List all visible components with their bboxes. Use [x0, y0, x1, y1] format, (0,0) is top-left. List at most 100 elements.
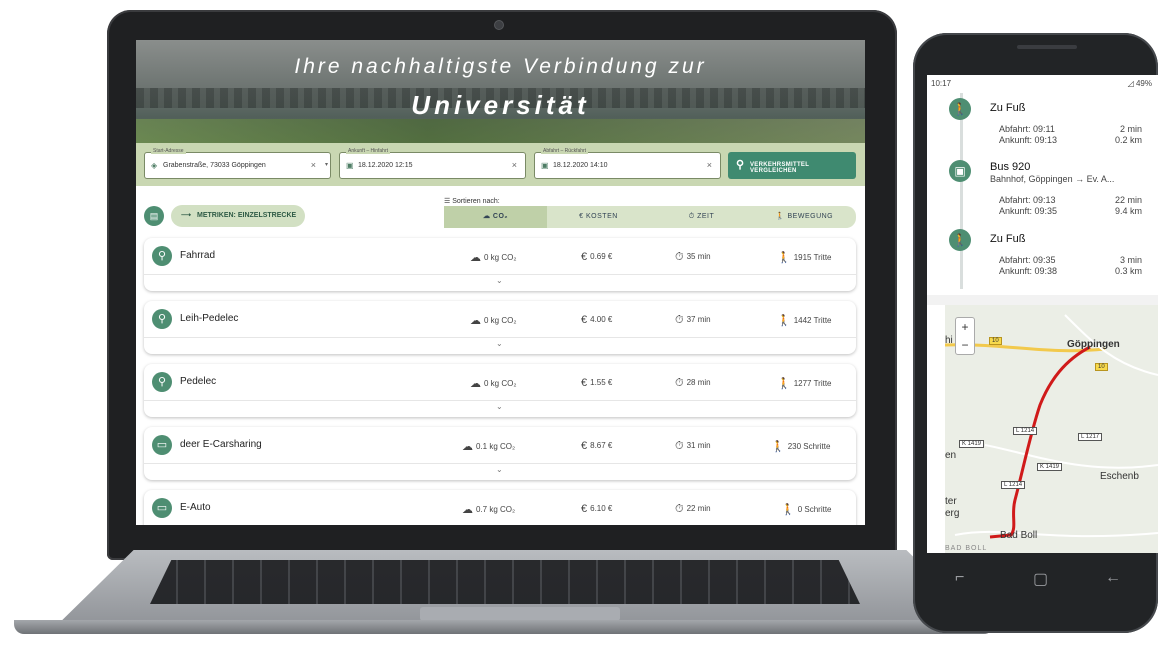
- cloud-icon: ☁: [470, 252, 481, 264]
- zoom-in-button[interactable]: +: [956, 318, 974, 336]
- print-button[interactable]: ▤: [144, 206, 164, 226]
- map-zoom-control[interactable]: + −: [955, 317, 975, 355]
- result-card[interactable]: ▭ E-Auto ☁ 0.7 kg CO₂ €6.10 € ⏱ 22 min 🚶 0 …: [144, 490, 856, 525]
- road-label: L 1214: [1013, 427, 1038, 435]
- car-icon: ▭: [152, 435, 172, 455]
- start-address-value: Grabenstraße, 73033 Göppingen: [163, 162, 266, 169]
- step-title: Zu Fuß: [990, 233, 1026, 245]
- route-map[interactable]: + − hi 10 Göppingen 10 L 1214 L 1217 K 1…: [945, 305, 1158, 553]
- metric-button[interactable]: ⟶ METRIKEN: EINZELSTRECKE: [171, 205, 305, 227]
- chevron-down-icon[interactable]: ⌄: [496, 276, 503, 285]
- start-address-field[interactable]: Start-Adresse ◈ Grabenstraße, 73033 Göpp…: [144, 148, 331, 179]
- timer-icon: ⏱: [675, 377, 684, 389]
- result-co2: ☁ 0.1 kg CO₂: [462, 441, 516, 453]
- step-duration: 22 min: [1114, 195, 1142, 205]
- euro-icon: €: [581, 314, 588, 326]
- departure-label: Abfahrt – Rückfahrt: [541, 148, 589, 154]
- cloud-icon: ☁: [470, 315, 481, 327]
- walk-icon: 🚶: [781, 504, 795, 516]
- chevron-down-icon[interactable]: ⌄: [496, 402, 503, 411]
- step-title: Bus 920: [990, 161, 1031, 173]
- walk-icon: 🚶: [771, 441, 785, 453]
- home-icon[interactable]: ▢: [1033, 569, 1048, 589]
- timer-icon: ⏱: [675, 251, 684, 263]
- tab-co2[interactable]: ☁ CO₂: [444, 206, 547, 228]
- map-label: Göppingen: [1067, 339, 1120, 350]
- sort-icon: ☰: [444, 198, 453, 205]
- tab-bewegung-label: BEWEGUNG: [787, 213, 834, 220]
- tab-kosten[interactable]: € KOSTEN: [547, 206, 650, 228]
- timer-icon: ⏱: [688, 213, 698, 220]
- step-departure: Abfahrt: 09:13: [999, 195, 1056, 205]
- chevron-down-icon[interactable]: ▾: [325, 161, 328, 168]
- chevron-down-icon[interactable]: ⌄: [496, 339, 503, 348]
- back-icon[interactable]: ←: [1105, 569, 1121, 587]
- timer-icon: ⏱: [675, 503, 684, 515]
- step-distance: 0.2 km: [1114, 135, 1142, 145]
- sort-label: ☰ Sortieren nach:: [444, 197, 500, 205]
- compare-button[interactable]: ⚲ VERKEHRSMITTEL VERGLEICHEN: [728, 152, 856, 179]
- card-divider: [144, 274, 856, 275]
- result-co2: ☁ 0.7 kg CO₂: [462, 504, 516, 516]
- clear-icon[interactable]: ×: [707, 160, 712, 170]
- battery-status: ◿ 49%: [1127, 79, 1152, 88]
- result-cost: €6.10 €: [581, 503, 613, 515]
- status-time: 10:17: [931, 79, 952, 88]
- result-card[interactable]: ▭ deer E-Carsharing ☁ 0.1 kg CO₂ €8.67 € …: [144, 427, 856, 480]
- step-departure: Abfahrt: 09:11: [999, 124, 1055, 134]
- map-label: Eschenb: [1100, 471, 1139, 482]
- clear-icon[interactable]: ×: [512, 160, 517, 170]
- tab-zeit[interactable]: ⏱ ZEIT: [650, 206, 753, 228]
- laptop-screen: Ihre nachhaltigste Verbindung zur Univer…: [136, 40, 865, 525]
- trackpad: [420, 607, 620, 621]
- step-arrival: Ankunft: 09:35: [999, 206, 1058, 216]
- result-name: E-Auto: [180, 502, 211, 513]
- step-departure: Abfahrt: 09:35: [999, 255, 1056, 265]
- cloud-icon: ☁: [482, 213, 493, 220]
- tab-zeit-label: ZEIT: [697, 213, 715, 220]
- result-time: ⏱ 22 min: [675, 503, 711, 515]
- result-cost: €8.67 €: [581, 440, 613, 452]
- result-co2: ☁ 0 kg CO₂: [470, 315, 517, 327]
- clear-icon[interactable]: ×: [311, 160, 316, 170]
- recent-apps-icon[interactable]: ⌐: [955, 569, 964, 587]
- result-time: ⏱ 35 min: [675, 251, 711, 263]
- tab-co2-label: CO₂: [492, 213, 509, 220]
- bus-icon: ▣: [949, 160, 971, 182]
- result-name: Leih-Pedelec: [180, 313, 239, 324]
- euro-icon: €: [579, 213, 587, 220]
- step-distance: 0.3 km: [1114, 266, 1142, 276]
- step-duration: 3 min: [1119, 255, 1142, 265]
- print-icon: ▤: [149, 211, 159, 221]
- result-cost: €4.00 €: [581, 314, 613, 326]
- step-distance: 9.4 km: [1114, 206, 1142, 216]
- departure-value: 18.12.2020 14:10: [553, 162, 608, 169]
- result-card[interactable]: ⚲ Leih-Pedelec ☁ 0 kg CO₂ €4.00 € ⏱ 37 min…: [144, 301, 856, 354]
- search-bar: Start-Adresse ◈ Grabenstraße, 73033 Göpp…: [136, 143, 865, 186]
- zoom-out-button[interactable]: −: [956, 336, 974, 354]
- timer-icon: ⏱: [675, 314, 684, 326]
- walk-icon: 🚶: [949, 98, 971, 120]
- location-icon: ◈: [151, 161, 158, 170]
- chevron-down-icon[interactable]: ⌄: [496, 465, 503, 474]
- result-co2: ☁ 0 kg CO₂: [470, 252, 517, 264]
- result-name: Fahrrad: [180, 250, 216, 261]
- laptop-base-edge: [14, 620, 994, 634]
- result-co2: ☁ 0 kg CO₂: [470, 378, 517, 390]
- result-time: ⏱ 31 min: [675, 440, 711, 452]
- arrival-value: 18.12.2020 12:15: [358, 162, 413, 169]
- phone-speaker: [1017, 45, 1077, 49]
- departure-field[interactable]: Abfahrt – Rückfahrt ▣ 18.12.2020 14:10 ×: [534, 148, 721, 179]
- arrival-field[interactable]: Ankunft – Hinfahrt ▣ 18.12.2020 12:15 ×: [339, 148, 526, 179]
- phone-navigation-bar: ⌐ ▢ ←: [913, 555, 1158, 615]
- map-label: ter: [945, 496, 957, 507]
- map-label: en: [945, 450, 957, 461]
- euro-icon: €: [581, 377, 588, 389]
- keyboard: [150, 560, 860, 604]
- result-card[interactable]: ⚲ Pedelec ☁ 0 kg CO₂ €1.55 € ⏱ 28 min 🚶 127…: [144, 364, 856, 417]
- result-card[interactable]: ⚲ Fahrrad ☁ 0 kg CO₂ €0.69 € ⏱ 35 min 🚶 191…: [144, 238, 856, 291]
- card-divider: [144, 337, 856, 338]
- road-label: L 1217: [1078, 433, 1103, 441]
- walk-icon: 🚶: [949, 229, 971, 251]
- tab-bewegung[interactable]: 🚶 BEWEGUNG: [753, 206, 856, 228]
